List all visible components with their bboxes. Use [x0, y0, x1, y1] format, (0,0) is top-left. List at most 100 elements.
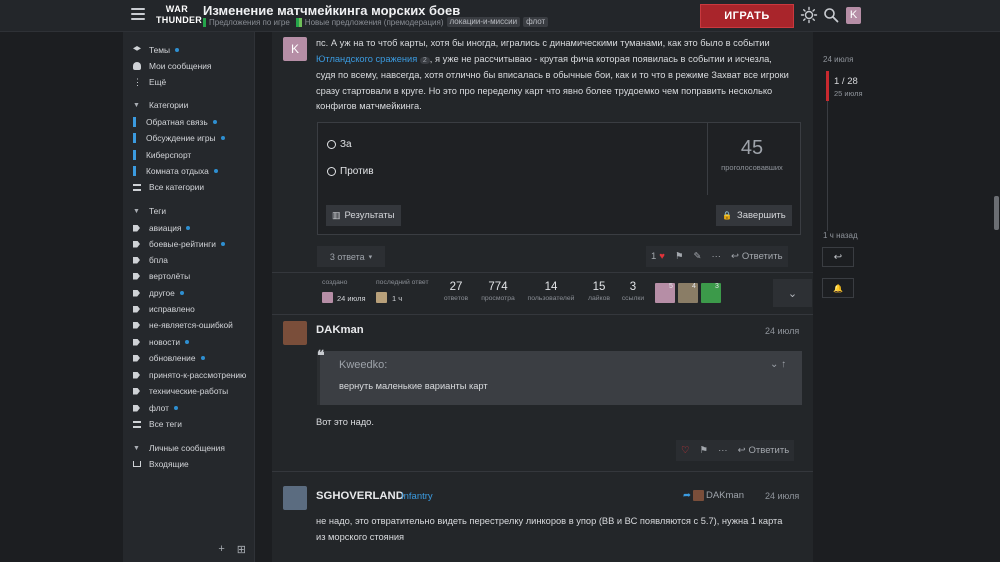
tag-icon: [133, 321, 140, 329]
poll-vote-count: 45: [740, 137, 764, 159]
theme-toggle-icon[interactable]: [800, 6, 818, 24]
radio-icon: [327, 167, 336, 176]
tag-icon: [133, 354, 140, 362]
post-avatar[interactable]: K: [283, 37, 307, 61]
post-avatar[interactable]: [283, 486, 307, 510]
poll-results-button[interactable]: ▥ Результаты: [326, 205, 401, 226]
flag-icon[interactable]: ⚑: [670, 251, 689, 262]
timeline-start-date[interactable]: 24 июля: [823, 55, 853, 64]
event-link[interactable]: Ютландского сражения: [316, 54, 417, 64]
user-avatar[interactable]: K: [846, 7, 861, 24]
sidebar-item-my-posts[interactable]: Мои сообщения: [133, 59, 211, 73]
post-avatar[interactable]: [283, 321, 307, 345]
sidebar-item-all-categories[interactable]: Все категории: [133, 180, 204, 194]
chart-icon: ▥: [332, 210, 341, 220]
list-icon: [133, 420, 141, 428]
post-body: не надо, это отвратительно видеть перест…: [316, 516, 783, 542]
post-date[interactable]: 24 июля: [765, 326, 799, 336]
page-scrollbar[interactable]: [994, 196, 999, 230]
reply-button[interactable]: ↩ Ответить: [733, 445, 795, 456]
quote-block: [317, 351, 802, 405]
chevron-down-icon: ▾: [368, 253, 373, 261]
unread-dot: [179, 291, 184, 295]
poll-option-against[interactable]: Против: [327, 166, 374, 177]
sidebar-item-tag[interactable]: не-является-ошибкой: [133, 318, 233, 332]
category-color-icon: [133, 150, 136, 160]
user-flair[interactable]: Infantry: [401, 491, 433, 502]
chevron-down-icon: ▼: [133, 101, 140, 109]
post-divider: [272, 471, 813, 472]
stat-replies: 27 ответов: [443, 281, 469, 302]
timeline-reply-button[interactable]: ↩: [822, 247, 854, 267]
add-icon[interactable]: +: [218, 543, 224, 556]
sidebar-item-tag[interactable]: принято-к-рассмотрению: [133, 368, 246, 382]
sidebar-item-tag[interactable]: авиация: [133, 221, 191, 235]
sidebar-item-all-tags[interactable]: Все теги: [133, 417, 182, 431]
sidebar-item-tag[interactable]: исправлено: [133, 302, 195, 316]
lock-icon: 🔒: [722, 211, 732, 220]
flag-icon[interactable]: ⚑: [695, 445, 714, 456]
heart-icon: ♥: [659, 251, 665, 262]
chevron-down-icon: ⌄: [787, 287, 798, 300]
sidebar-item-category[interactable]: Обсуждение игры: [133, 131, 225, 145]
sidebar-item-category[interactable]: Киберспорт: [133, 148, 191, 162]
more-icon[interactable]: ···: [713, 445, 733, 456]
settings-icon[interactable]: ⊞: [237, 543, 246, 556]
reply-icon: ↩: [730, 251, 739, 262]
post-username[interactable]: DAKman: [316, 324, 364, 336]
reply-button[interactable]: ↩ Ответить: [726, 251, 788, 262]
quote-expand-icon[interactable]: ⌄ ↑: [770, 359, 786, 370]
sidebar-categories-header[interactable]: ▼ Категории: [133, 98, 188, 112]
unread-dot: [175, 48, 180, 52]
poll-close-button[interactable]: 🔒 Завершить: [716, 205, 792, 226]
poll-divider: [707, 123, 708, 195]
play-button[interactable]: ИГРАТЬ: [700, 4, 794, 28]
category-color-icon: [133, 166, 136, 176]
reply-to-indicator[interactable]: ➦ DAKman: [683, 490, 744, 501]
last-reply-avatar[interactable]: [376, 292, 387, 303]
sidebar-item-topics[interactable]: Темы: [133, 43, 180, 57]
sidebar-item-tag[interactable]: бпла: [133, 253, 168, 267]
post-username[interactable]: SGHOVERLAND: [316, 490, 404, 502]
replies-toggle-button[interactable]: 3 ответа ▾: [317, 246, 385, 267]
more-icon[interactable]: ···: [706, 251, 726, 262]
sidebar-item-tag[interactable]: боевые-рейтинги: [133, 237, 225, 251]
post-actions: ♡ ⚑ ··· ↩ Ответить: [676, 440, 795, 461]
edit-icon[interactable]: ✎: [688, 251, 706, 262]
sidebar-item-tag[interactable]: технические-работы: [133, 384, 228, 398]
sidebar-messages-header[interactable]: ▼ Личные сообщения: [133, 441, 225, 455]
sidebar-item-category[interactable]: Комната отдыха: [133, 164, 218, 178]
sidebar-item-tag[interactable]: другое: [133, 286, 184, 300]
sidebar-item-tag[interactable]: новости: [133, 335, 189, 349]
war-thunder-logo[interactable]: WAR THUNDER: [156, 4, 202, 28]
topic-tag[interactable]: локации-и-миссии: [446, 17, 521, 27]
timeline-handle[interactable]: [826, 71, 829, 101]
topic-tag[interactable]: флот: [523, 17, 549, 27]
unread-dot: [220, 136, 225, 140]
heart-icon[interactable]: ♡: [676, 445, 695, 456]
like-button[interactable]: 1 ♥: [646, 251, 670, 262]
sidebar-item-tag[interactable]: вертолёты: [133, 269, 190, 283]
sidebar-item-inbox[interactable]: Входящие: [133, 457, 189, 471]
notification-bell-button[interactable]: 🔔: [822, 278, 854, 298]
list-icon: [133, 183, 141, 191]
topic-title[interactable]: Изменение матчмейкинга морских боев: [203, 3, 460, 18]
layers-icon: [133, 46, 141, 51]
breadcrumb-category[interactable]: Предложения по игре: [209, 18, 290, 27]
sidebar-item-more[interactable]: ⋮ Ещё: [133, 75, 166, 89]
sidebar-item-tag[interactable]: обновление: [133, 351, 205, 365]
breadcrumb-subcategory[interactable]: Новые предложения (премодерация): [305, 18, 444, 27]
post-date[interactable]: 24 июля: [765, 491, 799, 501]
quote-author[interactable]: Kweedko:: [339, 359, 387, 371]
tag-icon: [133, 289, 140, 297]
hamburger-menu-icon[interactable]: [131, 8, 145, 21]
creator-avatar[interactable]: [322, 292, 333, 303]
poll-option-for[interactable]: За: [327, 139, 352, 150]
sidebar-item-category[interactable]: Обратная связь: [133, 115, 217, 129]
expand-topic-map-button[interactable]: ⌄: [773, 279, 812, 307]
search-icon[interactable]: [823, 7, 839, 23]
timeline-end-date[interactable]: 1 ч назад: [823, 231, 858, 240]
category-color-icon: [203, 17, 206, 27]
sidebar-tags-header[interactable]: ▼ Теги: [133, 204, 166, 218]
sidebar-item-tag[interactable]: флот: [133, 401, 178, 415]
